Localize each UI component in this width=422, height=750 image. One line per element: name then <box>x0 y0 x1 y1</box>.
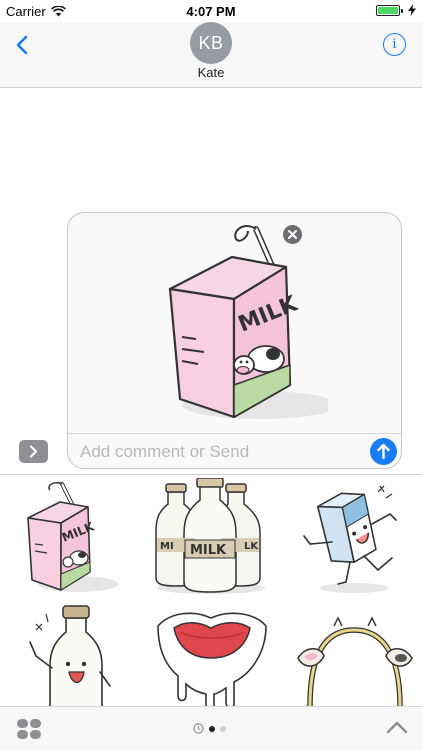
page-dot[interactable] <box>220 725 226 732</box>
contact-name[interactable]: Kate <box>0 65 422 80</box>
sticker-three-milk-bottles[interactable]: MILK MI LK <box>150 478 272 596</box>
sticker-cow-ears-headband[interactable] <box>294 596 416 714</box>
svg-text:MI: MI <box>160 541 174 552</box>
charging-bolt-icon <box>408 4 416 16</box>
drawer-divider <box>0 474 422 475</box>
compose-divider <box>68 433 401 434</box>
contact-avatar[interactable]: KB <box>190 22 232 64</box>
status-bar: Carrier 4:07 PM <box>0 0 422 22</box>
close-icon <box>288 230 297 239</box>
drawer-toolbar <box>0 706 422 750</box>
sticker-cartoon-mouth[interactable] <box>150 596 272 714</box>
sticker-pink-milk-carton[interactable]: MILK <box>6 478 128 596</box>
arrow-up-icon <box>377 443 390 460</box>
chevron-right-icon <box>29 445 38 458</box>
send-button[interactable] <box>370 438 397 465</box>
clock-icon[interactable] <box>193 723 204 734</box>
page-dot-active[interactable] <box>209 725 215 732</box>
sticker-dancing-milk-carton[interactable] <box>292 478 414 596</box>
compose-field: MILK <box>67 212 402 469</box>
comment-input[interactable] <box>80 441 360 463</box>
chevron-up-icon[interactable] <box>386 719 408 735</box>
status-right <box>376 4 416 16</box>
back-chevron-icon[interactable] <box>12 34 34 56</box>
info-icon[interactable]: i <box>383 33 406 56</box>
app-drawer-icon[interactable] <box>16 718 42 740</box>
remove-sticker-button[interactable] <box>283 225 302 244</box>
svg-text:MILK: MILK <box>190 543 227 558</box>
selected-sticker: MILK <box>168 225 328 419</box>
conversation-header: KB Kate i <box>0 22 422 88</box>
status-time: 4:07 PM <box>186 4 236 19</box>
expand-apps-button[interactable] <box>19 440 48 463</box>
page-indicator[interactable] <box>193 723 226 734</box>
svg-text:LK: LK <box>244 541 259 552</box>
battery-icon <box>376 4 403 16</box>
sticker-waving-milk-bottle[interactable] <box>6 596 128 714</box>
